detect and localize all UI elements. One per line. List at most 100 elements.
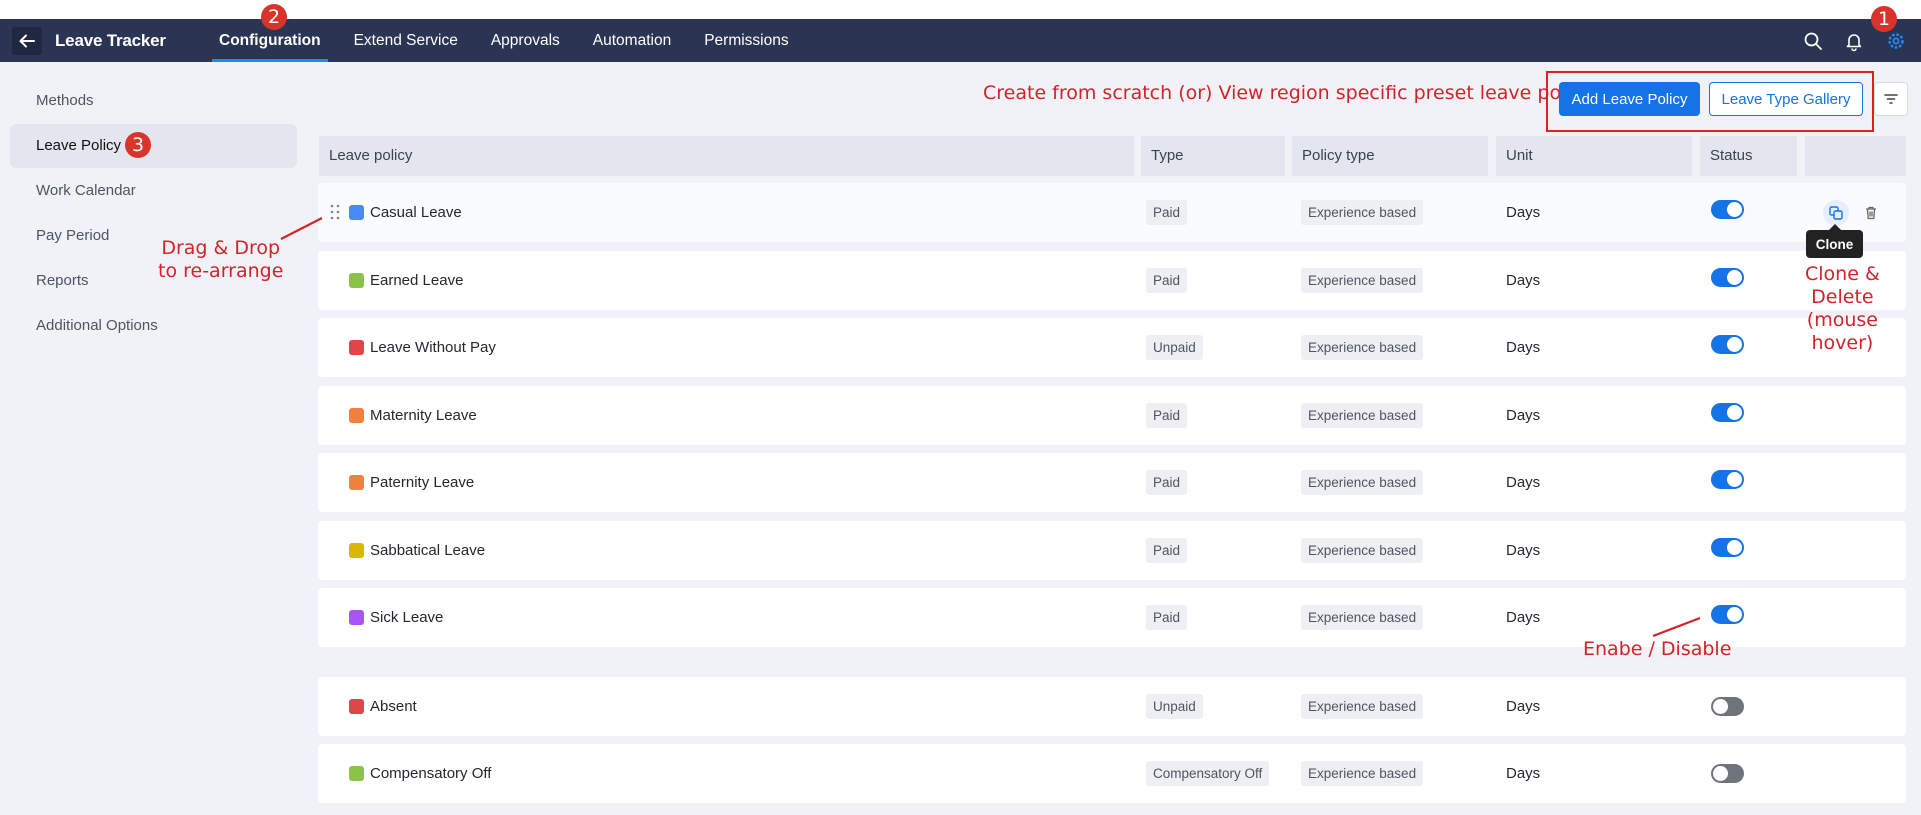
- toggle-knob: [1727, 405, 1742, 420]
- leave-color-swatch: [349, 610, 364, 625]
- status-toggle[interactable]: [1711, 697, 1744, 716]
- policy-type-cell: Experience based: [1301, 588, 1424, 647]
- unit-cell: Days: [1506, 204, 1541, 221]
- unit-cell: Days: [1506, 407, 1541, 424]
- status-toggle[interactable]: [1711, 764, 1744, 783]
- leave-name: Maternity Leave: [370, 407, 477, 424]
- status-toggle[interactable]: [1711, 200, 1744, 219]
- policy-type-chip: Experience based: [1301, 268, 1424, 293]
- annotation-drag-line-2: to re-arrange: [158, 260, 284, 282]
- unit-cell: Days: [1506, 542, 1541, 559]
- table-header: Leave policy Type Policy type Unit Statu…: [319, 136, 1906, 176]
- type-cell: Paid: [1146, 588, 1188, 647]
- type-cell: Paid: [1146, 386, 1188, 445]
- table-row[interactable]: Paternity Leave Paid Experience based Days: [318, 453, 1906, 512]
- tab-extend-service[interactable]: Extend Service: [354, 19, 458, 62]
- col-header-policy-type: Policy type: [1292, 136, 1488, 176]
- status-toggle[interactable]: [1711, 268, 1744, 287]
- leave-color-swatch: [349, 273, 364, 288]
- leave-name: Absent: [370, 698, 417, 715]
- toggle-knob: [1727, 270, 1742, 285]
- clone-tooltip: Clone: [1806, 224, 1863, 258]
- status-toggle[interactable]: [1711, 605, 1744, 624]
- delete-button[interactable]: [1858, 200, 1884, 226]
- leave-name-cell[interactable]: Casual Leave: [349, 183, 462, 242]
- leave-name-cell[interactable]: Sabbatical Leave: [349, 521, 485, 580]
- type-cell: Compensatory Off: [1146, 744, 1270, 803]
- col-header-actions: [1805, 136, 1906, 176]
- back-button[interactable]: [12, 27, 42, 55]
- leave-name-cell[interactable]: Absent: [349, 677, 417, 736]
- status-toggle[interactable]: [1711, 538, 1744, 557]
- settings-icon[interactable]: [1885, 30, 1907, 52]
- leave-name-cell[interactable]: Maternity Leave: [349, 386, 477, 445]
- drag-handle-icon[interactable]: [330, 203, 340, 221]
- sidebar-item-additional-options[interactable]: Additional Options: [10, 304, 297, 348]
- sidebar-item-methods[interactable]: Methods: [10, 79, 297, 123]
- app-title: Leave Tracker: [55, 31, 166, 50]
- leave-name-cell[interactable]: Paternity Leave: [349, 453, 474, 512]
- toggle-knob: [1713, 699, 1728, 714]
- tab-automation[interactable]: Automation: [593, 19, 671, 62]
- table-row[interactable]: Earned Leave Paid Experience based Days: [318, 251, 1906, 310]
- type-chip: Unpaid: [1146, 694, 1203, 719]
- table-row[interactable]: Maternity Leave Paid Experience based Days: [318, 386, 1906, 445]
- policy-type-chip: Experience based: [1301, 538, 1424, 563]
- annotation-clone-delete: Clone & Delete (mouse hover): [1805, 263, 1880, 355]
- sidebar-item-leave-policy[interactable]: Leave Policy: [10, 124, 297, 168]
- table-row[interactable]: Sabbatical Leave Paid Experience based Days: [318, 521, 1906, 580]
- annotation-enable-arrow: [1652, 616, 1701, 638]
- clone-button[interactable]: [1823, 200, 1849, 226]
- toggle-knob: [1727, 540, 1742, 555]
- sidebar: Methods Leave Policy Work Calendar Pay P…: [10, 79, 297, 349]
- status-toggle[interactable]: [1711, 470, 1744, 489]
- tab-approvals[interactable]: Approvals: [491, 19, 560, 62]
- col-header-type: Type: [1141, 136, 1285, 176]
- policy-type-chip: Experience based: [1301, 403, 1424, 428]
- search-icon[interactable]: [1802, 30, 1824, 52]
- leave-name: Earned Leave: [370, 272, 464, 289]
- sidebar-item-work-calendar[interactable]: Work Calendar: [10, 169, 297, 213]
- leave-type-gallery-button[interactable]: Leave Type Gallery: [1709, 82, 1863, 116]
- leave-name-cell[interactable]: Sick Leave: [349, 588, 443, 647]
- policy-type-cell: Experience based: [1301, 521, 1424, 580]
- unit-cell: Days: [1506, 474, 1541, 491]
- leave-name-cell[interactable]: Leave Without Pay: [349, 318, 496, 377]
- annotation-clone-delete-line-4: hover): [1811, 332, 1874, 354]
- annotation-badge-1: 1: [1871, 6, 1897, 32]
- tab-permissions[interactable]: Permissions: [704, 19, 788, 62]
- leave-name-cell[interactable]: Compensatory Off: [349, 744, 491, 803]
- bell-icon[interactable]: [1843, 30, 1865, 52]
- leave-name: Casual Leave: [370, 204, 462, 221]
- unit-cell: Days: [1506, 272, 1541, 289]
- leave-name-cell[interactable]: Earned Leave: [349, 251, 463, 310]
- table-row[interactable]: Leave Without Pay Unpaid Experience based D…: [318, 318, 1906, 377]
- leave-name: Compensatory Off: [370, 765, 492, 782]
- status-toggle[interactable]: [1711, 403, 1744, 422]
- leave-color-swatch: [349, 543, 364, 558]
- toggle-knob: [1727, 202, 1742, 217]
- arrow-left-icon: [19, 34, 35, 48]
- unit-cell: Days: [1506, 609, 1541, 626]
- annotation-drag-line-1: Drag & Drop: [161, 237, 281, 259]
- type-chip: Paid: [1146, 200, 1188, 225]
- type-cell: Paid: [1146, 453, 1188, 512]
- type-chip: Paid: [1146, 538, 1188, 563]
- policy-type-chip: Experience based: [1301, 335, 1424, 360]
- add-leave-policy-button[interactable]: Add Leave Policy: [1559, 82, 1700, 116]
- annotation-badge-3: 3: [125, 132, 151, 158]
- policy-type-cell: Experience based: [1301, 183, 1424, 242]
- status-toggle[interactable]: [1711, 335, 1744, 354]
- type-chip: Paid: [1146, 268, 1188, 293]
- filter-button[interactable]: [1874, 82, 1908, 116]
- type-cell: Paid: [1146, 521, 1188, 580]
- annotation-drag: Drag & Drop to re-arrange: [158, 237, 283, 283]
- annotation-clone-delete-line-1: Clone &: [1805, 263, 1880, 285]
- table-row[interactable]: Compensatory Off Compensatory Off Experien…: [318, 744, 1906, 803]
- table-row[interactable]: Casual Leave Paid Experience based Days: [318, 183, 1906, 242]
- annotation-clone-delete-line-3: (mouse: [1806, 309, 1878, 331]
- leave-color-swatch: [349, 408, 364, 423]
- table-row[interactable]: Absent Unpaid Experience based Days: [318, 677, 1906, 736]
- annotation-clone-delete-line-2: Delete: [1811, 286, 1874, 308]
- top-strip: [0, 0, 1921, 19]
